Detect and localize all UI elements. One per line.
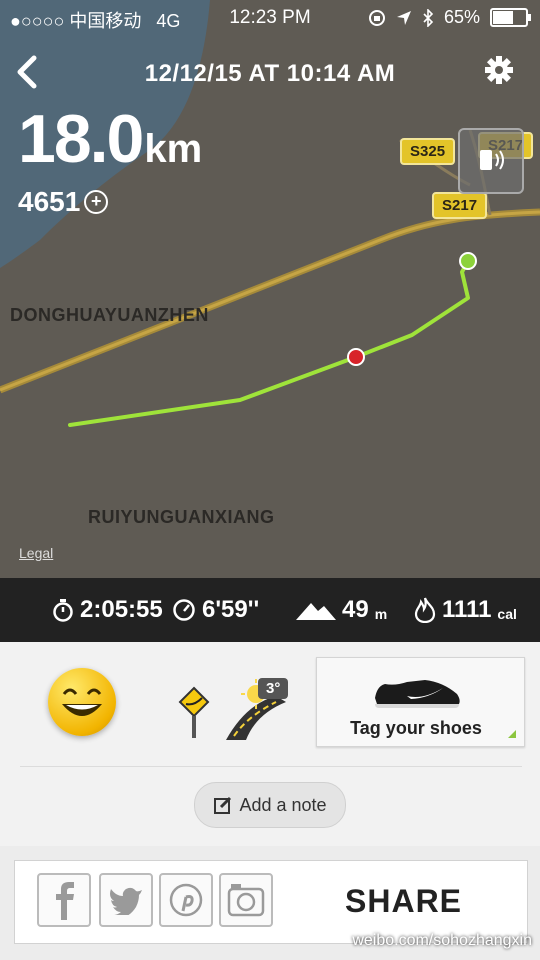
- road-shield: S325: [400, 138, 456, 165]
- pace-value: 6'59'': [202, 596, 260, 623]
- current-marker: [347, 348, 365, 366]
- calories-stat: 1111 cal: [414, 596, 517, 624]
- stopwatch-icon: [53, 599, 73, 622]
- share-button[interactable]: SHARE: [345, 883, 462, 920]
- duration-stat: 2:05:55: [52, 596, 163, 624]
- pinterest-share-button[interactable]: [159, 873, 213, 927]
- grin-face-icon: [62, 688, 102, 716]
- twitter-share-button[interactable]: [99, 873, 153, 927]
- legal-link[interactable]: Legal: [19, 545, 53, 561]
- calories-unit: cal: [497, 606, 517, 622]
- pace-stat: 6'59'': [172, 596, 259, 624]
- start-marker: [459, 252, 477, 270]
- bluetooth-icon: [423, 8, 434, 27]
- instagram-share-button[interactable]: [219, 873, 273, 927]
- elevation-stat: 49 m: [296, 596, 387, 624]
- corner-indicator-icon: [508, 730, 516, 738]
- add-note-label: Add a note: [239, 794, 327, 815]
- nikefuel-value: 4651: [18, 186, 81, 217]
- nikefuel-readout[interactable]: 4651 +: [18, 186, 109, 218]
- camera-icon: [227, 884, 265, 917]
- speaker-icon: [480, 150, 504, 170]
- facebook-icon: [56, 882, 74, 920]
- distance-unit: km: [144, 127, 203, 171]
- plus-circle-icon: +: [84, 190, 109, 214]
- mood-smiley-icon[interactable]: [48, 668, 116, 736]
- location-icon: [396, 10, 411, 25]
- mountain-icon: [296, 603, 336, 620]
- battery-icon: [490, 8, 531, 27]
- duration-value: 2:05:55: [80, 596, 163, 623]
- watermark-text: weibo.com/sohozhangxin: [352, 932, 532, 949]
- flame-icon: [414, 597, 436, 623]
- place-label: DONGHUAYUANZHEN: [10, 305, 209, 325]
- shoe-icon: [375, 680, 460, 708]
- edit-note-icon: [214, 796, 232, 814]
- temperature-badge: 3°: [258, 678, 289, 699]
- elevation-unit: m: [374, 606, 388, 622]
- tag-shoes-label: Tag your shoes: [350, 718, 482, 738]
- calories-value: 1111: [442, 596, 492, 623]
- speedometer-icon: [173, 599, 195, 621]
- audio-feedback-button[interactable]: [458, 128, 524, 194]
- battery-percent: 65%: [443, 7, 480, 27]
- road-shield: S217: [432, 192, 488, 219]
- pinterest-icon: [169, 883, 203, 917]
- add-note-button[interactable]: Add a note: [194, 782, 346, 828]
- distance-value: 18.0: [18, 101, 144, 177]
- rotation-lock-icon: [368, 9, 385, 26]
- place-label: RUIYUNGUANXIANG: [88, 507, 275, 527]
- settings-gear-icon[interactable]: [484, 55, 514, 85]
- elevation-value: 49: [342, 596, 369, 623]
- status-bar: ●○○○○ 中国移动 4G 12:23 PM 65%: [0, 0, 540, 36]
- facebook-share-button[interactable]: [37, 873, 91, 927]
- twitter-icon: [109, 887, 142, 915]
- run-datetime: 12/12/15 AT 10:14 AM: [144, 60, 396, 87]
- distance-readout: 18.0km: [18, 100, 202, 178]
- tag-shoes-button[interactable]: Tag your shoes: [316, 657, 525, 747]
- stats-bar: 2:05:55 6'59'' 49 m 1111 cal: [0, 578, 540, 642]
- divider: [20, 766, 522, 767]
